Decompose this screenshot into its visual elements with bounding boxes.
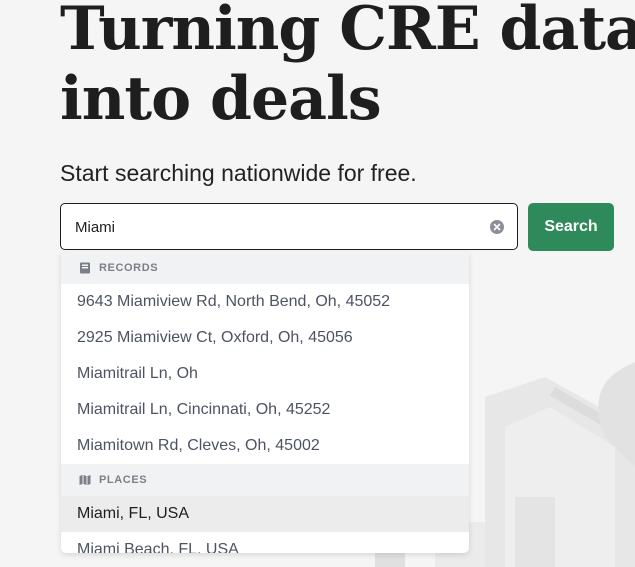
suggestion-record-item[interactable]: Miamitrail Ln, Cincinnati, Oh, 45252 xyxy=(61,392,469,428)
map-icon xyxy=(79,474,91,486)
search-button[interactable]: Search xyxy=(528,203,614,251)
clear-circle-icon[interactable] xyxy=(490,220,504,234)
suggestion-record-item[interactable]: Miamitrail Ln, Oh xyxy=(61,356,469,392)
suggestion-place-item[interactable]: Miami Beach, FL, USA xyxy=(61,532,469,553)
suggestion-record-item[interactable]: 9643 Miamiview Rd, North Bend, Oh, 45052 xyxy=(61,284,469,320)
suggestion-record-item[interactable]: 2925 Miamiview Ct, Oxford, Oh, 45056 xyxy=(61,320,469,356)
places-section-header: PLACES xyxy=(61,464,469,496)
hero-title-line-1: Turning CRE data xyxy=(60,0,635,64)
suggestion-record-item[interactable]: Miamitown Rd, Cleves, Oh, 45002 xyxy=(61,428,469,464)
suggestion-place-item[interactable]: Miami, FL, USA xyxy=(61,496,469,532)
search-box xyxy=(60,203,518,251)
book-icon xyxy=(80,262,90,274)
hero-title: Turning CRE data into deals xyxy=(60,0,635,134)
records-section-label: RECORDS xyxy=(99,262,159,274)
places-section-label: PLACES xyxy=(99,474,148,486)
hero-title-line-2: into deals xyxy=(60,64,382,134)
records-section-header: RECORDS xyxy=(61,252,469,284)
search-input[interactable] xyxy=(73,204,477,251)
hero-subtitle: Start searching nationwide for free. xyxy=(60,160,417,186)
search-suggestions-dropdown: RECORDS 9643 Miamiview Rd, North Bend, O… xyxy=(61,252,469,553)
